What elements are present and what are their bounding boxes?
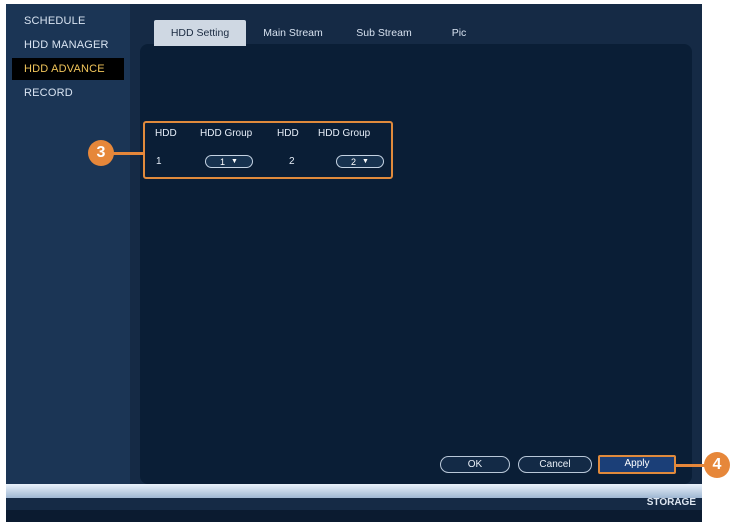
- bottom-strip: [6, 510, 702, 522]
- callout-leader-3: [112, 152, 145, 155]
- col-header-hdd-group-1: HDD Group: [200, 128, 253, 139]
- callout-step-3: 3: [88, 140, 114, 166]
- tab-pic[interactable]: Pic: [434, 20, 484, 46]
- tab-hdd-setting[interactable]: HDD Setting: [154, 20, 246, 46]
- footer-section-label: STORAGE: [646, 497, 696, 508]
- col-header-hdd-group-2: HDD Group: [318, 128, 371, 139]
- bottom-status-bar: [6, 484, 702, 498]
- cancel-button[interactable]: Cancel: [518, 456, 592, 473]
- chevron-down-icon: ▼: [231, 158, 238, 165]
- hdd-number-2: 2: [289, 156, 295, 167]
- col-header-hdd-2: HDD: [277, 128, 299, 139]
- content-panel: [140, 44, 692, 484]
- callout-step-4: 4: [704, 452, 730, 478]
- dvr-screen: SCHEDULE HDD MANAGER HDD ADVANCE RECORD …: [6, 4, 702, 522]
- sidebar-item-hdd-manager[interactable]: HDD MANAGER: [12, 34, 124, 56]
- callout-leader-4: [676, 464, 706, 467]
- sidebar-item-schedule[interactable]: SCHEDULE: [12, 10, 124, 32]
- hdd-number-1: 1: [156, 156, 162, 167]
- hdd-group-value-1: 1: [220, 156, 226, 167]
- hdd-group-value-2: 2: [351, 156, 357, 167]
- hdd-group-select-2[interactable]: 2 ▼: [336, 155, 384, 168]
- ok-button[interactable]: OK: [440, 456, 510, 473]
- chevron-down-icon: ▼: [362, 158, 369, 165]
- tab-sub-stream[interactable]: Sub Stream: [344, 20, 424, 46]
- sidebar-item-hdd-advance[interactable]: HDD ADVANCE: [12, 58, 124, 80]
- hdd-group-select-1[interactable]: 1 ▼: [205, 155, 253, 168]
- sidebar: SCHEDULE HDD MANAGER HDD ADVANCE RECORD: [6, 4, 130, 484]
- col-header-hdd-1: HDD: [155, 128, 177, 139]
- tab-main-stream[interactable]: Main Stream: [252, 20, 334, 46]
- sidebar-item-record[interactable]: RECORD: [12, 82, 124, 104]
- apply-button[interactable]: Apply: [598, 455, 676, 474]
